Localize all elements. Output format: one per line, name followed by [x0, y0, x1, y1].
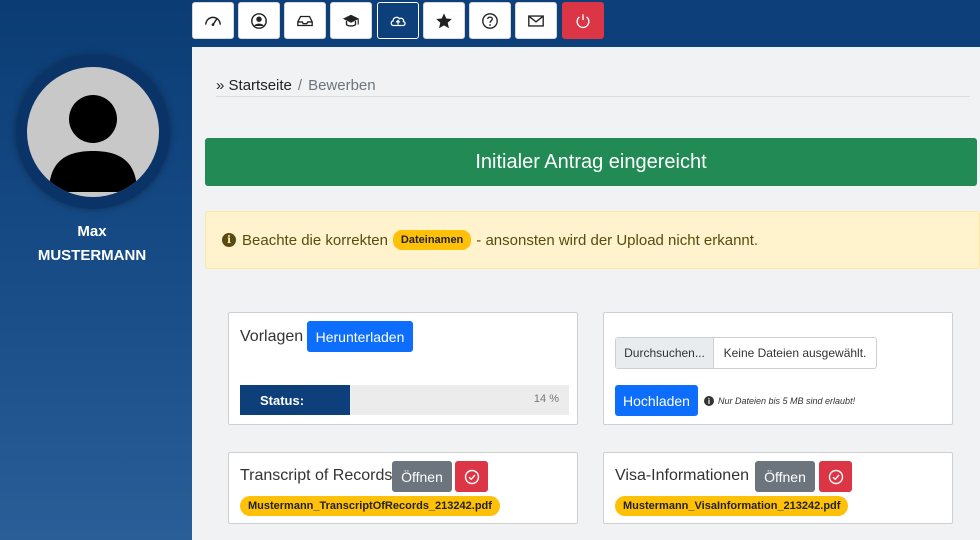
user-circle-icon: [251, 12, 267, 29]
confirm-document-button[interactable]: [455, 461, 488, 492]
document-card-visa: Visa-Informationen Öffnen Mustermann_Vis…: [603, 452, 953, 524]
upload-nav-button[interactable]: [377, 2, 419, 39]
breadcrumb-home-link[interactable]: Startseite: [229, 77, 292, 94]
download-templates-button[interactable]: Herunterladen: [307, 321, 413, 352]
dashboard-button[interactable]: [192, 2, 234, 39]
status-label: Status:: [260, 392, 305, 408]
breadcrumb: » Startseite / Bewerben: [216, 77, 970, 97]
templates-card: Vorlagen Herunterladen Status: 14 %: [228, 312, 578, 425]
confirm-document-button[interactable]: [819, 461, 852, 492]
document-title: Transcript of Records: [240, 467, 393, 484]
alert-text-before: Beachte die korrekten: [242, 231, 388, 249]
main-content: » Startseite / Bewerben Initialer Antrag e…: [192, 47, 980, 540]
document-filename-badge: Mustermann_TranscriptOfRecords_213242.pd…: [240, 496, 500, 516]
status-progress-fill: Status:: [240, 385, 350, 415]
help-button[interactable]: [469, 2, 511, 39]
inbox-icon: [297, 15, 313, 26]
logout-button[interactable]: [562, 2, 604, 39]
alert-text-after: - ansonsten wird der Upload nicht erkann…: [476, 231, 759, 249]
status-banner-text: Initialer Antrag eingereicht: [475, 150, 707, 173]
check-circle-icon: [828, 469, 843, 484]
browse-button[interactable]: Durchsuchen...: [616, 338, 714, 368]
avatar[interactable]: [27, 67, 159, 197]
star-icon: [436, 12, 452, 28]
breadcrumb-prefix: »: [216, 77, 225, 94]
user-first-name: Max: [77, 223, 107, 240]
upload-size-note-text: Nur Dateien bis 5 MB sind erlaubt!: [718, 396, 856, 406]
question-icon: [482, 12, 498, 29]
user-silhouette-icon: [49, 95, 137, 192]
top-toolbar: [192, 0, 980, 47]
status-banner: Initialer Antrag eingereicht: [205, 138, 977, 186]
info-icon: i: [704, 396, 714, 406]
upload-size-note: i Nur Dateien bis 5 MB sind erlaubt!: [704, 396, 855, 406]
selected-file-text: Keine Dateien ausgewählt.: [723, 346, 867, 360]
document-card-transcript: Transcript of Records Öffnen Mustermann_…: [228, 452, 578, 524]
filename-badge: Dateinamen: [392, 230, 472, 250]
user-last-name: MUSTERMANN: [37, 247, 147, 264]
favorites-button[interactable]: [423, 2, 465, 39]
profile-button[interactable]: [238, 2, 280, 39]
breadcrumb-current: Bewerben: [308, 77, 376, 94]
education-button[interactable]: [330, 2, 372, 39]
envelope-icon: [528, 14, 544, 27]
document-title: Visa-Informationen: [615, 467, 749, 484]
avatar-frame: [16, 55, 170, 209]
cloud-upload-icon: [390, 16, 406, 26]
status-progress-bar: Status: 14 %: [240, 385, 569, 415]
filename-alert: i Beachte die korrekten Dateinamen - ans…: [205, 211, 980, 269]
templates-title: Vorlagen: [240, 328, 304, 345]
messages-button[interactable]: [515, 2, 557, 39]
info-icon: i: [222, 233, 236, 247]
inbox-button[interactable]: [284, 2, 326, 39]
breadcrumb-separator: /: [297, 77, 303, 94]
upload-card: Durchsuchen... Keine Dateien ausgewählt.…: [603, 312, 953, 425]
user-name: Max MUSTERMANN: [0, 220, 184, 268]
open-document-button[interactable]: Öffnen: [755, 461, 815, 492]
document-filename-badge: Mustermann_VisaInformation_213242.pdf: [615, 496, 849, 516]
file-picker[interactable]: Durchsuchen... Keine Dateien ausgewählt.: [615, 337, 877, 369]
progress-percent: 14 %: [533, 393, 559, 405]
sidebar: Max MUSTERMANN: [0, 0, 192, 540]
dashboard-icon: [205, 16, 221, 26]
power-icon: [576, 13, 590, 28]
open-document-button[interactable]: Öffnen: [392, 461, 452, 492]
graduation-cap-icon: [342, 14, 360, 27]
check-circle-icon: [464, 469, 479, 484]
upload-button[interactable]: Hochladen: [615, 385, 698, 416]
